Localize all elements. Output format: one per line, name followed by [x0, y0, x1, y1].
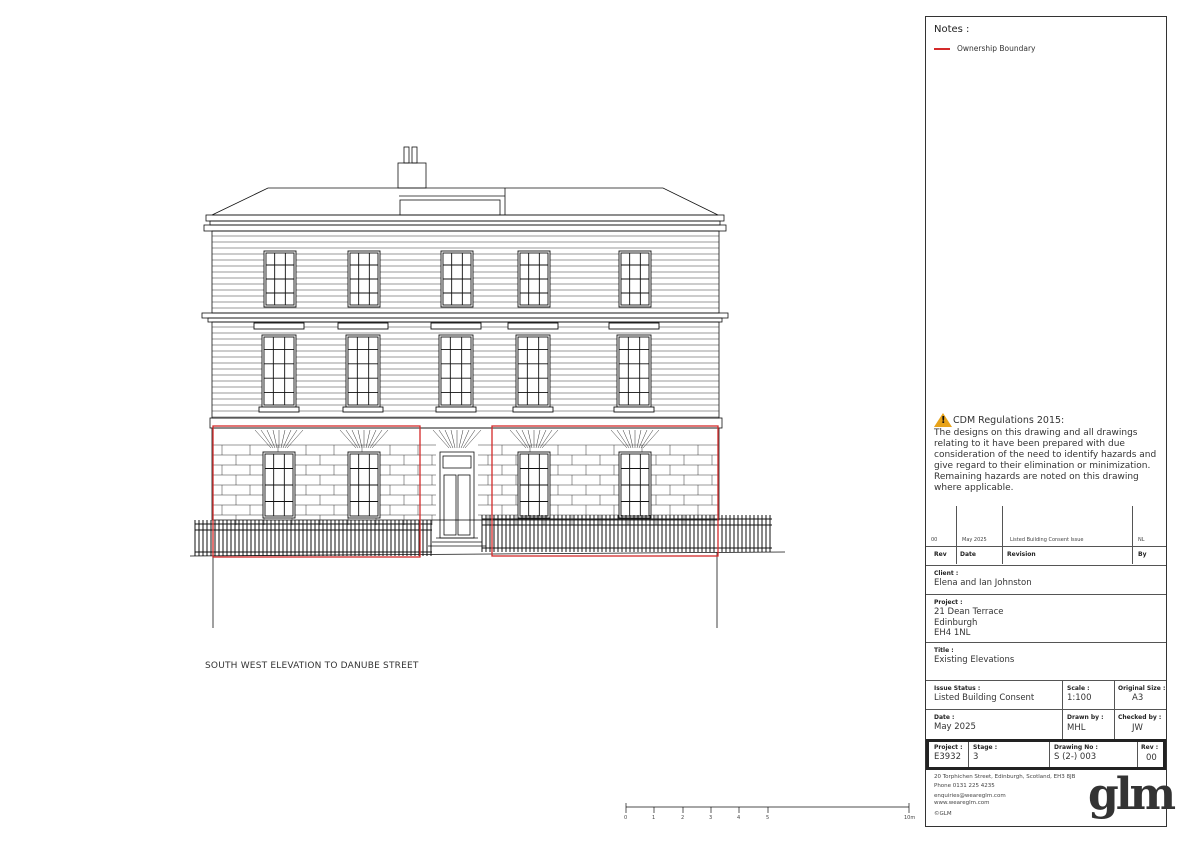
revision-description: Listed Building Consent Issue [1010, 537, 1084, 543]
revision-header-revision: Revision [1007, 551, 1036, 558]
rev-label: Rev : [1141, 744, 1159, 751]
warning-icon-mark: ! [941, 415, 946, 426]
title-value: Existing Elevations [934, 655, 1015, 665]
revision-by: NL [1138, 537, 1145, 543]
company-phone: Phone 0131 225 4235 [934, 783, 995, 789]
project-label: Project : [934, 599, 963, 606]
client-value: Elena and Ian Johnston [934, 578, 1032, 588]
issue-status-label: Issue Status : [934, 685, 981, 692]
revision-date: May 2025 [962, 537, 987, 543]
title-label: Title : [934, 647, 954, 654]
original-size-value: A3 [1132, 693, 1144, 703]
scale-tick-label: 1 [652, 815, 656, 821]
company-logo: glm [1088, 769, 1176, 820]
company-email[interactable]: enquiries@wearеglm.com [934, 793, 1006, 799]
scale-tick-label: 3 [709, 815, 713, 821]
stage-value: 3 [973, 752, 979, 762]
elevation-title: SOUTH WEST ELEVATION TO DANUBE STREET [205, 661, 419, 671]
rev-value: 00 [1146, 753, 1157, 763]
cdm-title: CDM Regulations 2015: [953, 415, 1065, 426]
ownership-legend-swatch [934, 48, 950, 50]
company-website[interactable]: www.wearеglm.com [934, 800, 990, 806]
scale-tick-label: 10m [904, 815, 916, 821]
cdm-text: The designs on this drawing and all draw… [934, 428, 1157, 493]
legend-label: Ownership Boundary [957, 44, 1036, 53]
revision-rev: 00 [931, 537, 938, 543]
checked-by-label: Checked by : [1118, 714, 1162, 721]
scale-tick-label: 4 [737, 815, 741, 821]
checked-by-value: JW [1132, 723, 1143, 733]
revision-header-by: By [1138, 551, 1147, 558]
company-address: 20 Torphichen Street, Edinburgh, Scotlan… [934, 774, 1076, 780]
notes-heading: Notes : [934, 24, 970, 35]
scale-tick-label: 5 [766, 815, 770, 821]
client-label: Client : [934, 570, 959, 577]
stage-label: Stage : [973, 744, 998, 751]
revision-header-date: Date [960, 551, 976, 558]
project-no-value: E3932 [934, 752, 962, 762]
drawn-by-label: Drawn by : [1067, 714, 1104, 721]
title-block: Notes : Ownership Boundary ! CDM Regulat… [925, 16, 1176, 827]
project-line2: Edinburgh [934, 618, 978, 628]
drawing-no-label: Drawing No : [1054, 744, 1098, 751]
scale-label: Scale : [1067, 685, 1090, 692]
scale-tick-label: 0 [624, 815, 628, 821]
issue-status-value: Listed Building Consent [934, 693, 1035, 703]
date-label: Date : [934, 714, 955, 721]
scale-tick-label: 2 [681, 815, 685, 821]
date-value: May 2025 [934, 722, 976, 732]
original-size-label: Original Size : [1118, 685, 1166, 692]
project-line3: EH4 1NL [934, 628, 971, 638]
drawing-no-value: S (2-) 003 [1054, 752, 1097, 762]
project-line1: 21 Dean Terrace [934, 607, 1004, 617]
project-no-label: Project : [934, 744, 963, 751]
revision-header-rev: Rev [934, 551, 947, 558]
elevation-drawing [189, 146, 910, 813]
scale-value: 1:100 [1067, 693, 1092, 703]
drawn-by-value: MHL [1067, 723, 1086, 733]
company-copyright: ©GLM [934, 811, 952, 817]
